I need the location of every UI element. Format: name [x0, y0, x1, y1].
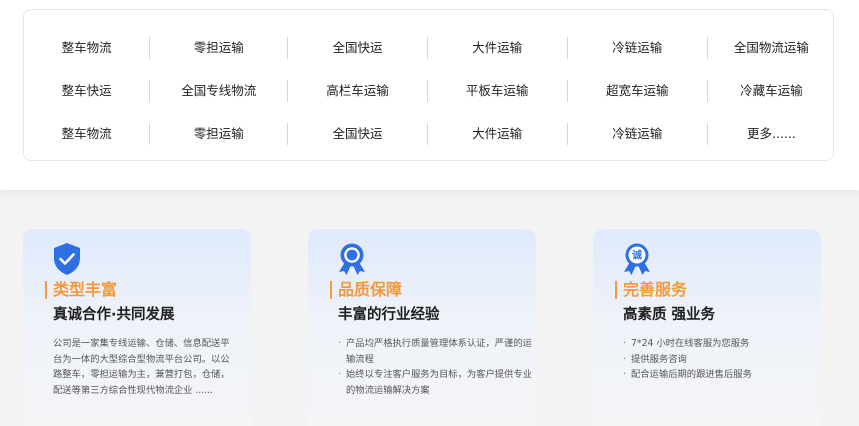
shield-check-icon	[54, 243, 80, 275]
service-link[interactable]: 冷链运输	[568, 122, 707, 146]
service-link[interactable]: 全国快运	[288, 122, 426, 146]
feature-bullet: 始终以专注客户服务为目标，为客户提供专业的物流运输解决方案	[338, 367, 533, 398]
feature-bullet: 7*24 小时在线客服为您服务	[623, 336, 818, 352]
feature-bullet-list: 7*24 小时在线客服为您服务 提供服务咨询 配合运输后期的跟进售后服务	[623, 336, 818, 383]
feature-bullet: 配合运输后期的跟进售后服务	[623, 367, 818, 383]
badge-char: 诚	[632, 249, 642, 262]
feature-tag: 类型丰富	[45, 281, 117, 299]
services-section: 整车物流 零担运输 全国快运 大件运输 冷链运输 全国物流运输 整车快运 全国专…	[0, 0, 859, 190]
feature-title: 高素质 强业务	[623, 307, 716, 323]
feature-bullet: 提供服务咨询	[623, 352, 818, 368]
feature-card-quality: 品质保障 丰富的行业经验 产品均严格执行质量管理体系认证，严谨的运输流程 始终以…	[308, 229, 536, 426]
feature-tag: 品质保障	[330, 281, 402, 299]
service-links-panel: 整车物流 零担运输 全国快运 大件运输 冷链运输 全国物流运输 整车快运 全国专…	[23, 9, 834, 161]
feature-tag: 完善服务	[615, 281, 687, 299]
service-link[interactable]: 全国快运	[288, 36, 426, 60]
service-link[interactable]: 整车物流	[24, 36, 149, 60]
service-row: 整车快运 全国专线物流 高栏车运输 平板车运输 超宽车运输 冷藏车运输	[24, 79, 835, 103]
feature-title: 丰富的行业经验	[338, 307, 440, 323]
service-link[interactable]: 整车快运	[24, 79, 149, 103]
service-link[interactable]: 全国专线物流	[150, 79, 287, 103]
feature-title: 真诚合作·共同发展	[53, 307, 175, 323]
service-link[interactable]: 高栏车运输	[288, 79, 426, 103]
service-link[interactable]: 大件运输	[428, 122, 567, 146]
feature-card-variety: 类型丰富 真诚合作·共同发展 公司是一家集专线运输、仓储、信息配送平台为一体的大…	[23, 229, 251, 426]
service-link[interactable]: 大件运输	[428, 36, 567, 60]
award-medal-icon	[339, 243, 365, 275]
more-link[interactable]: 更多......	[708, 122, 835, 146]
service-link[interactable]: 超宽车运输	[568, 79, 707, 103]
service-row: 整车物流 零担运输 全国快运 大件运输 冷链运输 更多......	[24, 122, 835, 146]
integrity-badge-icon: 诚	[624, 243, 650, 275]
feature-bullet: 产品均严格执行质量管理体系认证，严谨的运输流程	[338, 336, 533, 367]
feature-bullet-list: 产品均严格执行质量管理体系认证，严谨的运输流程 始终以专注客户服务为目标，为客户…	[338, 336, 533, 398]
service-link[interactable]: 零担运输	[150, 122, 287, 146]
service-link[interactable]: 冷链运输	[568, 36, 707, 60]
service-row: 整车物流 零担运输 全国快运 大件运输 冷链运输 全国物流运输	[24, 36, 835, 60]
service-link[interactable]: 整车物流	[24, 122, 149, 146]
feature-card-service: 诚 完善服务 高素质 强业务 7*24 小时在线客服为您服务 提供服务咨询 配合…	[593, 229, 821, 426]
service-link[interactable]: 冷藏车运输	[708, 79, 835, 103]
service-link[interactable]: 全国物流运输	[708, 36, 835, 60]
service-link[interactable]: 零担运输	[150, 36, 287, 60]
service-link[interactable]: 平板车运输	[428, 79, 567, 103]
feature-description: 公司是一家集专线运输、仓储、信息配送平台为一体的大型综合型物流平台公司。以公路整…	[53, 338, 230, 396]
